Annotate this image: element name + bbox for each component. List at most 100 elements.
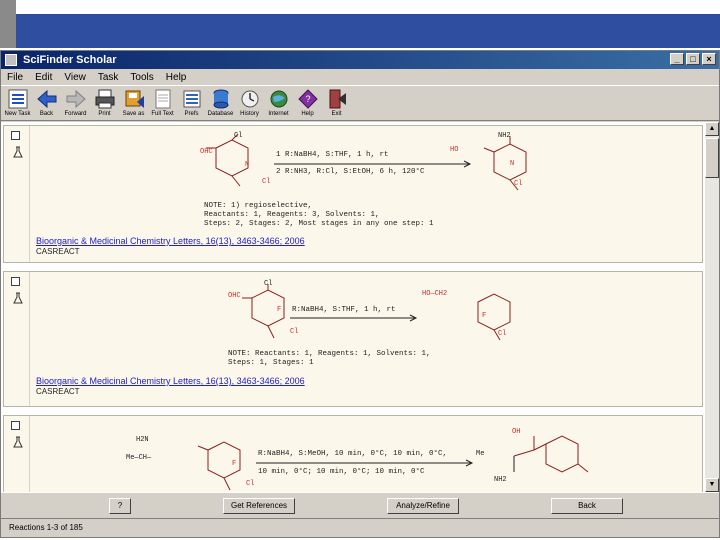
full-text-button[interactable]: Full Text bbox=[148, 86, 177, 120]
history-icon bbox=[241, 90, 258, 108]
back-toolbar-button[interactable]: Back bbox=[32, 86, 61, 120]
vertical-scrollbar[interactable]: ▲ ▼ bbox=[705, 122, 719, 492]
preferences-icon bbox=[183, 90, 200, 108]
scroll-thumb[interactable] bbox=[705, 138, 719, 178]
results-pane: Cl OHC N Cl 1 R:NaBH4, S:THF, 1 h, rt 2 … bbox=[1, 122, 705, 492]
database-label: Database bbox=[207, 111, 234, 117]
back-arrow-icon bbox=[36, 89, 56, 109]
reaction-arrow bbox=[256, 459, 474, 467]
menu-view[interactable]: View bbox=[64, 72, 86, 83]
help-button[interactable]: ? bbox=[109, 498, 131, 514]
atom-label: Me bbox=[476, 450, 485, 458]
citation-link[interactable]: Bioorganic & Medicinal Chemistry Letters… bbox=[36, 236, 305, 246]
menu-edit[interactable]: Edit bbox=[35, 72, 52, 83]
atom-label: F bbox=[482, 312, 487, 320]
atom-label: N bbox=[510, 160, 515, 168]
new-task-button[interactable]: New Task bbox=[3, 86, 32, 120]
note-line: NOTE: Reactants: 1, Reagents: 1, Solvent… bbox=[228, 350, 431, 358]
forward-toolbar-button[interactable]: Forward bbox=[61, 86, 90, 120]
reaction-record-2: Cl OHC F Cl R:NaBH4, S:THF, 1 h, rt HO—C… bbox=[3, 271, 703, 407]
toolbar: New Task Back Forward Print Save as Full… bbox=[1, 85, 719, 121]
record-gutter bbox=[4, 272, 30, 406]
record-gutter bbox=[4, 126, 30, 262]
reaction-arrow bbox=[274, 160, 472, 168]
atom-label: Cl bbox=[234, 132, 243, 140]
source-label: CASREACT bbox=[36, 247, 80, 256]
record-select-checkbox[interactable] bbox=[11, 131, 20, 140]
action-bar: ? Get References Analyze/Refine Back bbox=[1, 492, 719, 518]
menu-help[interactable]: Help bbox=[166, 72, 187, 83]
menu-task[interactable]: Task bbox=[98, 72, 119, 83]
note-line: Steps: 1, Stages: 1 bbox=[228, 359, 314, 367]
back-button[interactable]: Back bbox=[551, 498, 623, 514]
condition-line: 1 R:NaBH4, S:THF, 1 h, rt bbox=[276, 151, 389, 159]
app-icon bbox=[5, 54, 17, 66]
atom-label: Cl bbox=[514, 180, 523, 188]
note-line: Steps: 2, Stages: 2, Most stages in any … bbox=[204, 220, 434, 228]
status-bar: Reactions 1-3 of 185 bbox=[1, 518, 719, 538]
scifinder-window: SciFinder Scholar _ □ × File Edit View T… bbox=[0, 50, 720, 538]
new-task-icon bbox=[8, 89, 27, 109]
internet-button[interactable]: Internet bbox=[264, 86, 293, 120]
analyze-refine-button[interactable]: Analyze/Refine bbox=[387, 498, 459, 514]
forward-arrow-icon bbox=[66, 89, 86, 109]
history-button[interactable]: History bbox=[235, 86, 264, 120]
menu-tools[interactable]: Tools bbox=[130, 72, 153, 83]
atom-label: HO—CH2 bbox=[422, 290, 448, 298]
atom-label: Cl bbox=[290, 328, 299, 336]
reactant-structure bbox=[197, 441, 241, 491]
maximize-button[interactable]: □ bbox=[686, 53, 700, 65]
full-text-label: Full Text bbox=[151, 111, 174, 117]
atom-label: N bbox=[245, 161, 250, 169]
scroll-down-arrow[interactable]: ▼ bbox=[705, 478, 719, 492]
help-toolbar-button[interactable]: ? Help bbox=[293, 86, 322, 120]
record-body: Cl OHC F Cl R:NaBH4, S:THF, 1 h, rt HO—C… bbox=[34, 272, 704, 406]
close-button[interactable]: × bbox=[702, 53, 716, 65]
atom-label: OHC bbox=[200, 148, 213, 156]
condition-line: R:NaBH4, S:MeOH, 10 min, 0°C, 10 min, 0°… bbox=[258, 450, 448, 458]
prefs-label: Prefs bbox=[184, 111, 199, 117]
atom-label: Cl bbox=[264, 280, 273, 288]
minimize-button[interactable]: _ bbox=[670, 53, 684, 65]
save-as-button[interactable]: Save as bbox=[119, 86, 148, 120]
atom-label: Cl bbox=[262, 178, 271, 186]
source-label: CASREACT bbox=[36, 387, 80, 396]
atom-label: Me—CH— bbox=[126, 454, 152, 462]
condition-line: 10 min, 0°C; 10 min, 0°C; 10 min, 0°C bbox=[258, 468, 425, 476]
note-line: NOTE: 1) regioselective, bbox=[204, 202, 313, 210]
atom-label: HO bbox=[450, 146, 459, 154]
slide-header-light bbox=[0, 0, 720, 14]
svg-text:?: ? bbox=[305, 94, 310, 104]
save-as-label: Save as bbox=[122, 111, 145, 117]
prefs-button[interactable]: Prefs bbox=[177, 86, 206, 120]
citation-link[interactable]: Bioorganic & Medicinal Chemistry Letters… bbox=[36, 376, 305, 386]
flask-icon[interactable] bbox=[12, 292, 24, 304]
globe-icon bbox=[270, 90, 287, 108]
printer-icon bbox=[95, 89, 114, 109]
reaction-record-3: H2N Me—CH— F Cl R:NaBH4, S:MeOH, 10 min,… bbox=[3, 415, 703, 492]
atom-label: F bbox=[232, 460, 237, 468]
menu-file[interactable]: File bbox=[7, 72, 23, 83]
exit-button[interactable]: Exit bbox=[322, 86, 351, 120]
atom-label: OHC bbox=[228, 292, 241, 300]
slide-header-band bbox=[0, 0, 720, 48]
document-icon bbox=[155, 89, 170, 109]
record-select-checkbox[interactable] bbox=[11, 277, 20, 286]
atom-label: F bbox=[277, 306, 282, 314]
flask-icon[interactable] bbox=[12, 436, 24, 448]
forward-label: Forward bbox=[64, 111, 87, 117]
record-select-checkbox[interactable] bbox=[11, 421, 20, 430]
window-title: SciFinder Scholar bbox=[23, 54, 117, 66]
get-references-button[interactable]: Get References bbox=[223, 498, 295, 514]
scroll-up-arrow[interactable]: ▲ bbox=[705, 122, 719, 136]
print-label: Print bbox=[98, 111, 111, 117]
flask-icon[interactable] bbox=[12, 146, 24, 158]
atom-label: NH2 bbox=[498, 132, 511, 140]
history-label: History bbox=[240, 111, 259, 117]
print-button[interactable]: Print bbox=[90, 86, 119, 120]
save-as-icon bbox=[125, 90, 144, 108]
record-body: H2N Me—CH— F Cl R:NaBH4, S:MeOH, 10 min,… bbox=[34, 416, 704, 492]
note-line: Reactants: 1, Reagents: 3, Solvents: 1, bbox=[204, 211, 380, 219]
reaction-record-1: Cl OHC N Cl 1 R:NaBH4, S:THF, 1 h, rt 2 … bbox=[3, 125, 703, 263]
database-button[interactable]: Database bbox=[206, 86, 235, 120]
